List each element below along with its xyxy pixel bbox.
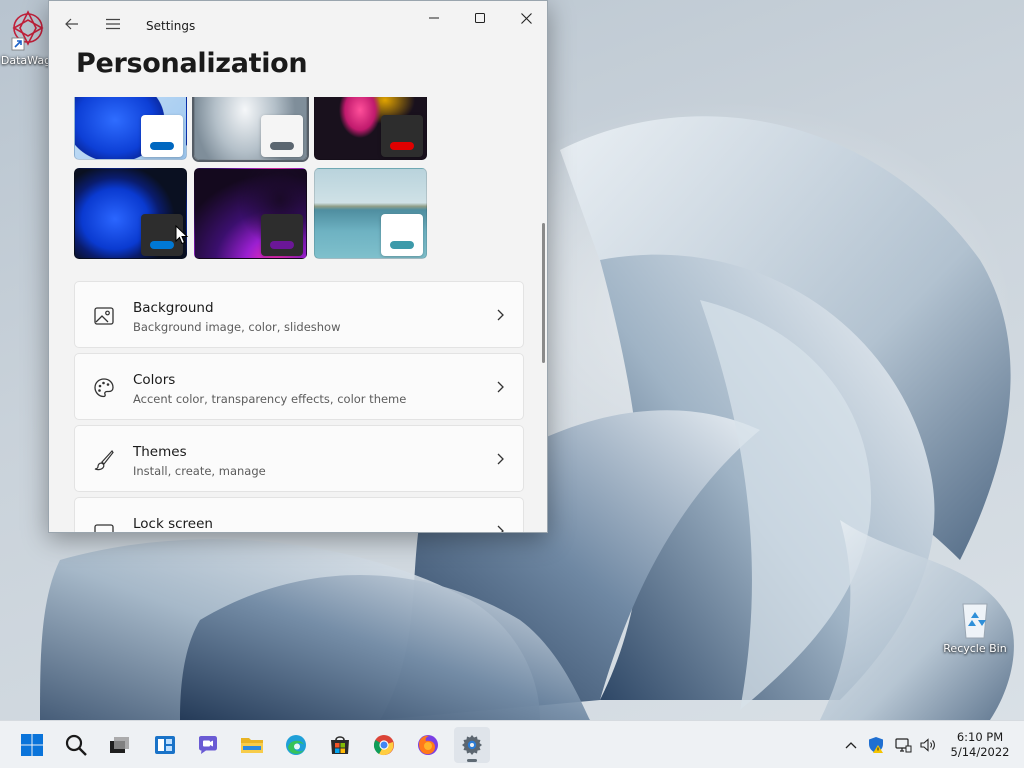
theme-preview-swatch: [261, 115, 303, 157]
theme-preview-swatch: [381, 214, 423, 256]
scrollbar-thumb[interactable]: [542, 223, 545, 363]
recycle-bin-icon: [962, 603, 988, 639]
desktop-icon-recycle-bin[interactable]: Recycle Bin: [935, 598, 1015, 655]
taskbar-task-view-button[interactable]: [101, 727, 137, 763]
minimize-icon: [429, 17, 439, 19]
palette-icon: [94, 378, 114, 398]
settings-content: Background Background image, color, slid…: [49, 97, 541, 532]
theme-tile[interactable]: [314, 97, 427, 160]
taskbar-chrome-button[interactable]: [366, 727, 402, 763]
settings-card-themes[interactable]: Themes Install, create, manage: [74, 425, 524, 492]
active-app-indicator: [467, 759, 477, 762]
settings-card-background[interactable]: Background Background image, color, slid…: [74, 281, 524, 348]
minimize-button[interactable]: [411, 1, 457, 35]
image-icon: [94, 307, 114, 325]
accent-bar: [390, 142, 414, 150]
card-subtitle: Accent color, transparency effects, colo…: [133, 392, 407, 406]
chevron-right-icon: [497, 309, 504, 321]
page-title: Personalization: [76, 48, 308, 79]
theme-tile[interactable]: [314, 168, 427, 259]
accent-bar: [270, 142, 294, 150]
network-icon: [895, 738, 912, 753]
mouse-cursor-icon: [175, 225, 189, 245]
volume-tray-button[interactable]: [918, 735, 938, 755]
store-icon: [331, 736, 349, 754]
security-tray-button[interactable]: [866, 735, 886, 755]
card-subtitle: Install, create, manage: [133, 464, 266, 478]
accent-bar: [390, 241, 414, 249]
firefox-icon: [418, 735, 438, 755]
taskbar-clock[interactable]: 6:10 PM 5/14/2022: [942, 730, 1018, 760]
accent-bar: [270, 241, 294, 249]
taskbar-store-button[interactable]: [322, 727, 358, 763]
chevron-right-icon: [497, 453, 504, 465]
taskbar-chat-button[interactable]: [190, 727, 226, 763]
taskbar-search-button[interactable]: [58, 727, 94, 763]
widgets-icon: [155, 736, 175, 754]
monitor-icon: [94, 524, 114, 532]
chevron-right-icon: [497, 525, 504, 532]
taskbar: 6:10 PM 5/14/2022: [0, 720, 1024, 768]
theme-preview-swatch: [381, 115, 423, 157]
edge-icon: [286, 735, 306, 755]
accent-bar: [150, 142, 174, 150]
teams-chat-icon: [199, 736, 217, 754]
taskbar-settings-button[interactable]: [454, 727, 490, 763]
chrome-icon: [373, 735, 394, 756]
taskbar-file-explorer-button[interactable]: [234, 727, 270, 763]
arrow-left-icon: [65, 18, 78, 30]
folder-icon: [241, 738, 263, 753]
card-title: Lock screen: [133, 516, 213, 532]
settings-gear-icon: [462, 735, 482, 755]
theme-preview-swatch: [141, 115, 183, 157]
card-subtitle: Background image, color, slideshow: [133, 320, 341, 334]
accent-bar: [150, 241, 174, 249]
maximize-button[interactable]: [457, 1, 503, 35]
search-icon: [65, 734, 87, 756]
maximize-icon: [475, 13, 485, 23]
card-title: Colors: [133, 372, 176, 388]
card-title: Background: [133, 300, 214, 316]
window-title: Settings: [146, 19, 196, 33]
task-view-icon: [110, 737, 129, 753]
hamburger-menu-icon: [106, 18, 120, 30]
card-title: Themes: [133, 444, 187, 460]
theme-tile[interactable]: [74, 168, 187, 259]
brush-icon: [94, 450, 114, 471]
settings-card-lock-screen[interactable]: Lock screen: [74, 497, 524, 532]
taskbar-start-button[interactable]: [14, 727, 50, 763]
taskbar-edge-button[interactable]: [278, 727, 314, 763]
desktop-icon-label: DataWag: [0, 54, 52, 67]
clock-time: 6:10 PM: [956, 730, 1004, 744]
theme-tile-selected[interactable]: [194, 97, 307, 160]
settings-window: Settings Personalization Background Back…: [48, 0, 548, 533]
windows-logo-icon: [21, 734, 43, 756]
theme-preview-swatch: [261, 214, 303, 256]
chevron-right-icon: [497, 381, 504, 393]
back-button[interactable]: [57, 9, 87, 39]
navigation-menu-button[interactable]: [98, 9, 128, 39]
chevron-up-icon: [845, 742, 857, 749]
shield-warning-icon: [869, 737, 883, 753]
clock-date: 5/14/2022: [950, 745, 1010, 759]
settings-card-colors[interactable]: Colors Accent color, transparency effect…: [74, 353, 524, 420]
datawag-app-icon: [11, 10, 44, 51]
theme-tile[interactable]: [194, 168, 307, 259]
taskbar-widgets-button[interactable]: [147, 727, 183, 763]
speaker-icon: [920, 738, 935, 752]
title-bar[interactable]: Settings: [49, 1, 547, 49]
close-icon: [520, 12, 532, 24]
taskbar-firefox-button[interactable]: [410, 727, 446, 763]
desktop-icon-label: Recycle Bin: [943, 642, 1007, 655]
close-button[interactable]: [503, 1, 547, 35]
network-tray-button[interactable]: [893, 735, 913, 755]
theme-tile[interactable]: [74, 97, 187, 160]
show-hidden-icons-button[interactable]: [841, 735, 861, 755]
